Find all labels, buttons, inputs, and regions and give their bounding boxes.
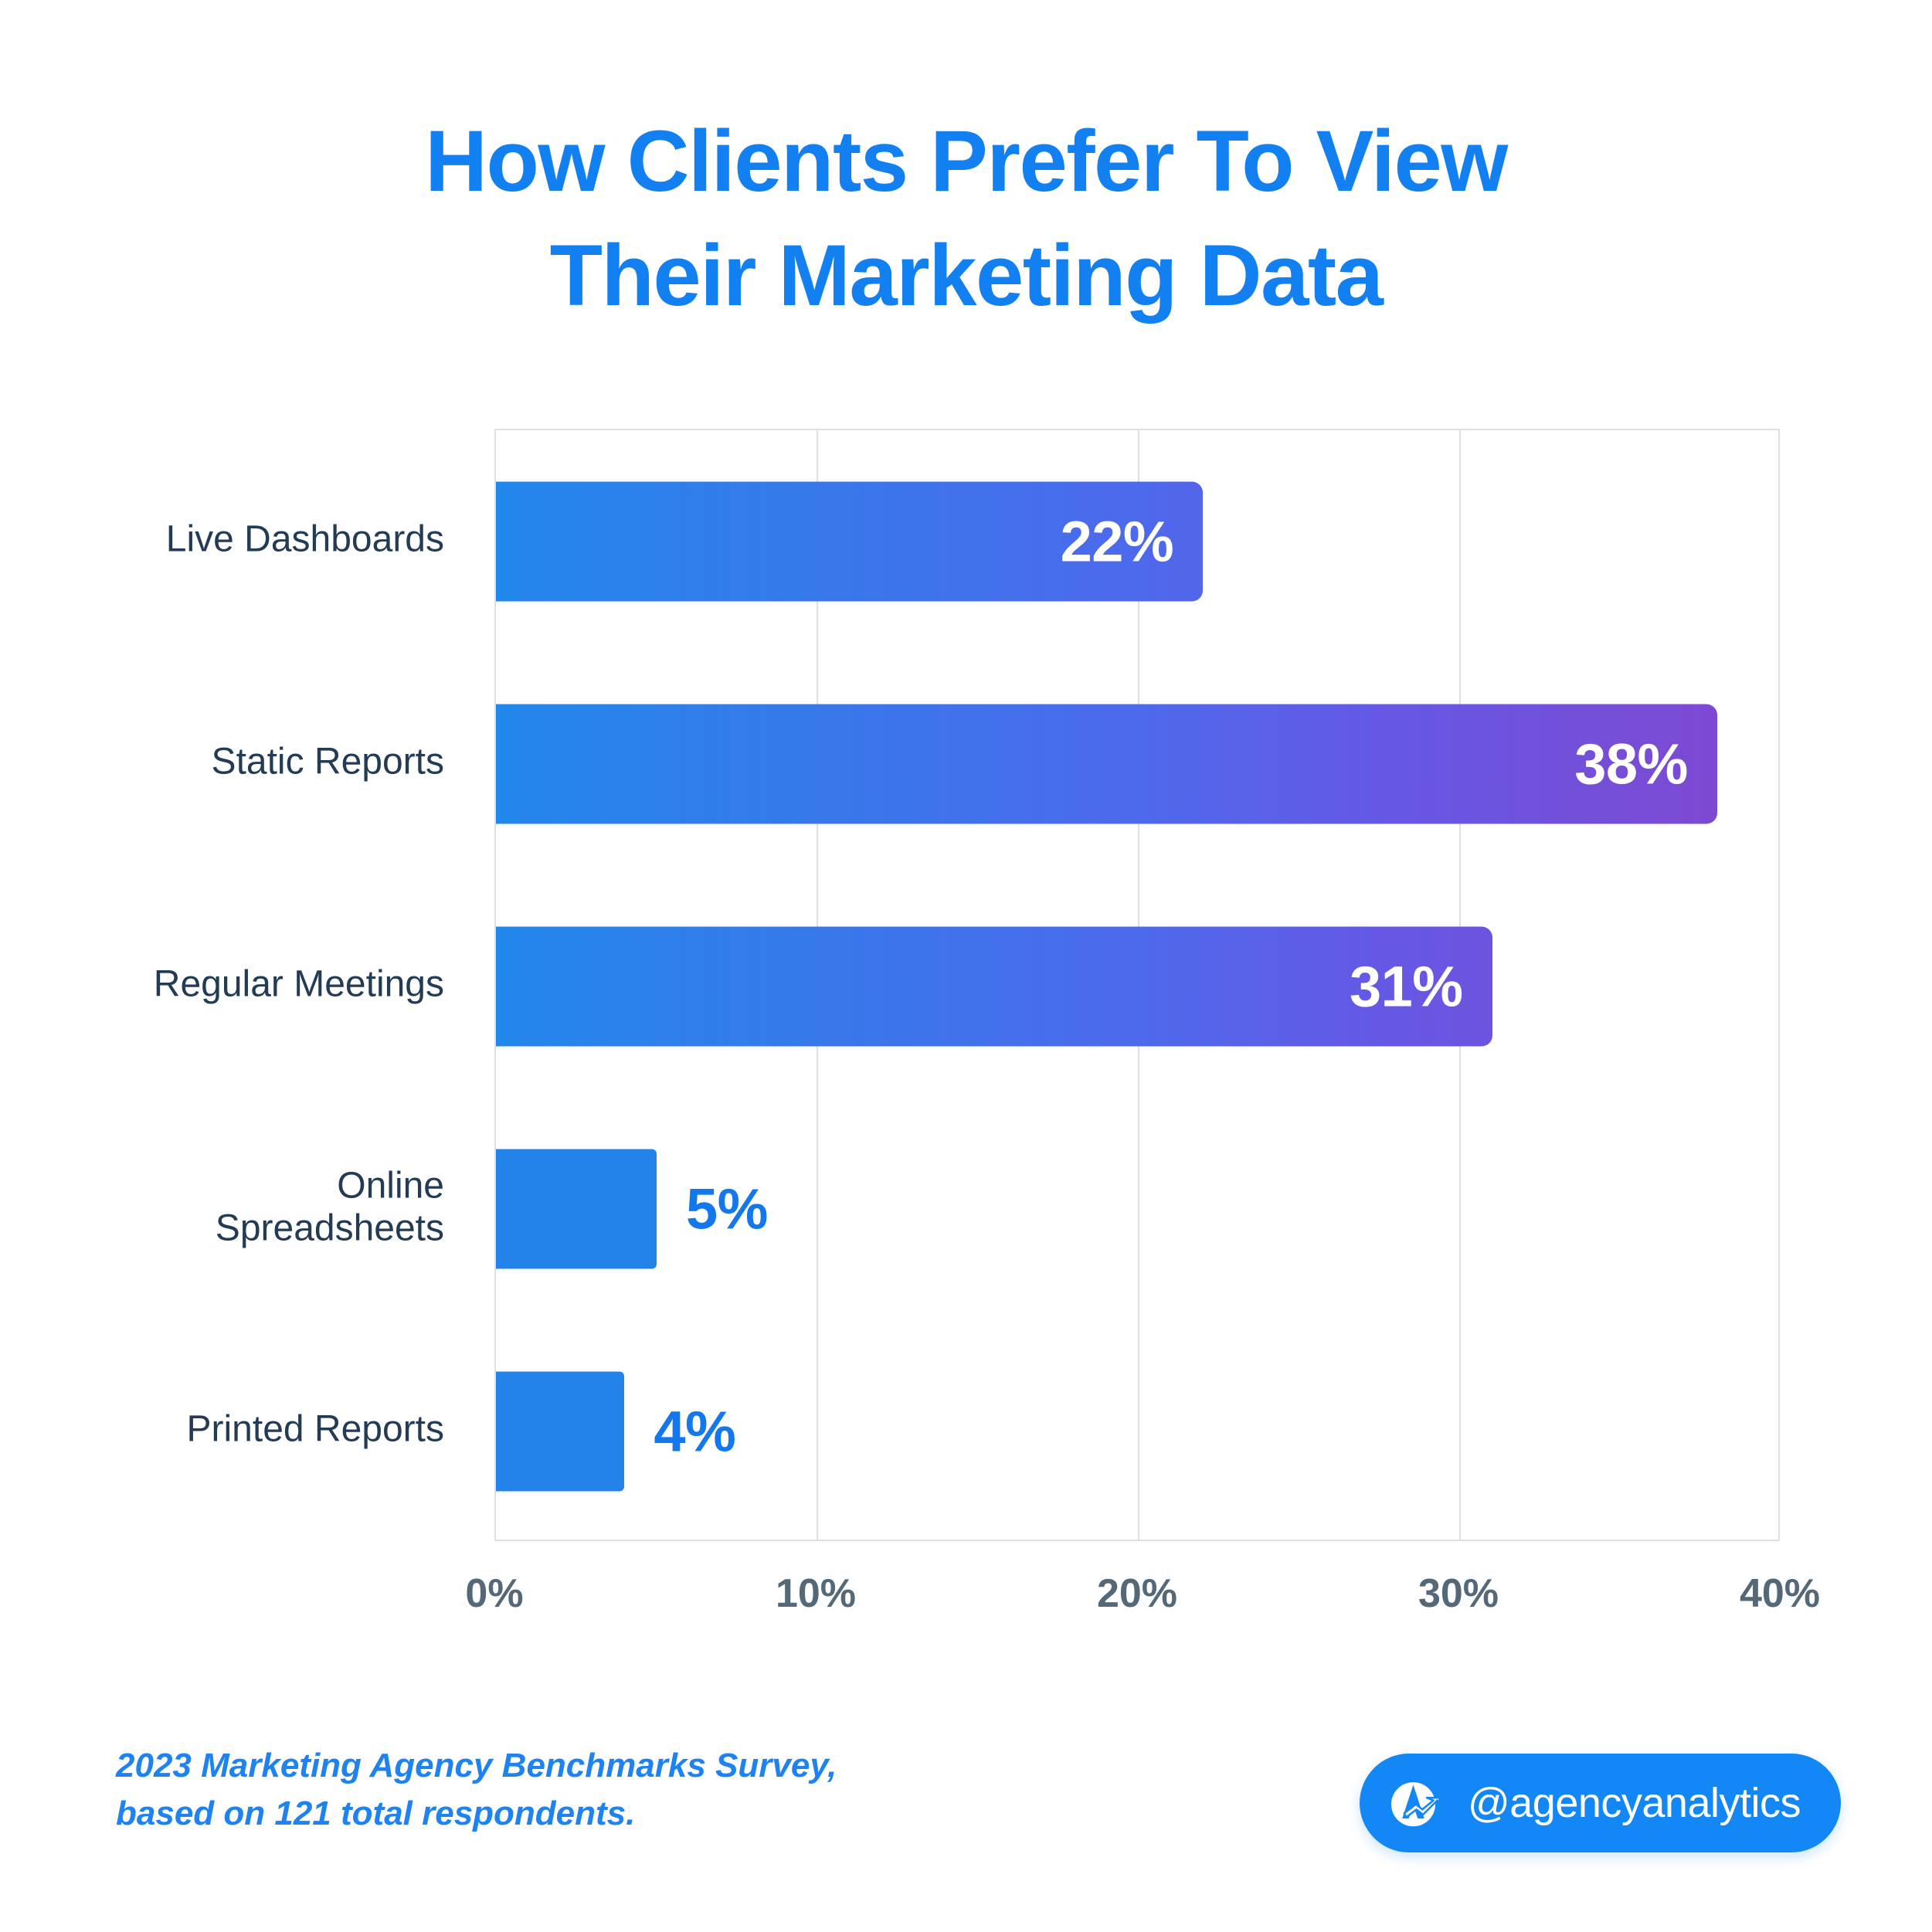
bar[interactable]: 31%	[496, 926, 1492, 1047]
brand-handle: @agencyanalytics	[1467, 1780, 1801, 1826]
page-title: How Clients Prefer To View Their Marketi…	[0, 104, 1932, 333]
bar-row: 38%	[496, 704, 1717, 824]
bar-value-label: 4%	[654, 1399, 736, 1464]
bar[interactable]: 38%	[496, 704, 1717, 824]
source-note: 2023 Marketing Agency Benchmarks Survey,…	[116, 1742, 966, 1839]
plot-area: 22% 38% 31% 5% 4%	[494, 429, 1780, 1541]
source-line-2: based on 121 total respondents.	[116, 1794, 636, 1833]
value-axis-tick: 40%	[1739, 1571, 1821, 1616]
source-line-1: 2023 Marketing Agency Benchmarks Survey,	[116, 1747, 837, 1784]
bar-row: 5%	[496, 1149, 768, 1269]
bar[interactable]	[496, 1149, 657, 1269]
bar-series: 22% 38% 31% 5% 4%	[496, 430, 1778, 1540]
brand-badge[interactable]: @agencyanalytics	[1359, 1754, 1841, 1852]
category-label: Live Dashboards	[165, 518, 444, 560]
bar-row: 22%	[496, 481, 1204, 602]
bar-value-label: 38%	[1574, 732, 1688, 796]
value-axis-tick: 10%	[775, 1571, 857, 1616]
infographic-page: How Clients Prefer To View Their Marketi…	[0, 0, 1932, 1932]
bar-row: 31%	[496, 926, 1492, 1047]
value-axis-labels: 0% 10% 20% 30% 40%	[465, 1541, 1820, 1634]
bar-value-label: 5%	[686, 1177, 768, 1241]
agencyanalytics-logo-icon	[1390, 1782, 1441, 1827]
bar-row: 4%	[496, 1371, 736, 1492]
bar-chart: Live Dashboards Static Reports Regular Mee…	[0, 429, 1932, 1616]
category-label: Printed Reports	[186, 1408, 445, 1450]
category-label: Static Reports	[211, 741, 444, 783]
value-axis-tick: 20%	[1096, 1571, 1178, 1616]
bar[interactable]	[496, 1371, 625, 1492]
value-axis-tick: 30%	[1418, 1571, 1499, 1616]
bar-value-label: 22%	[1060, 509, 1174, 574]
title-line-2: Their Marketing Data	[549, 226, 1384, 324]
bar[interactable]: 22%	[496, 481, 1204, 602]
category-label: Online Spreadsheets	[215, 1165, 444, 1248]
value-axis-tick: 0%	[465, 1571, 524, 1616]
bar-value-label: 31%	[1349, 954, 1463, 1019]
title-line-1: How Clients Prefer To View	[425, 113, 1508, 209]
category-label: Regular Meetings	[153, 963, 444, 1005]
category-axis-labels: Live Dashboards Static Reports Regular Mee…	[93, 429, 444, 1541]
